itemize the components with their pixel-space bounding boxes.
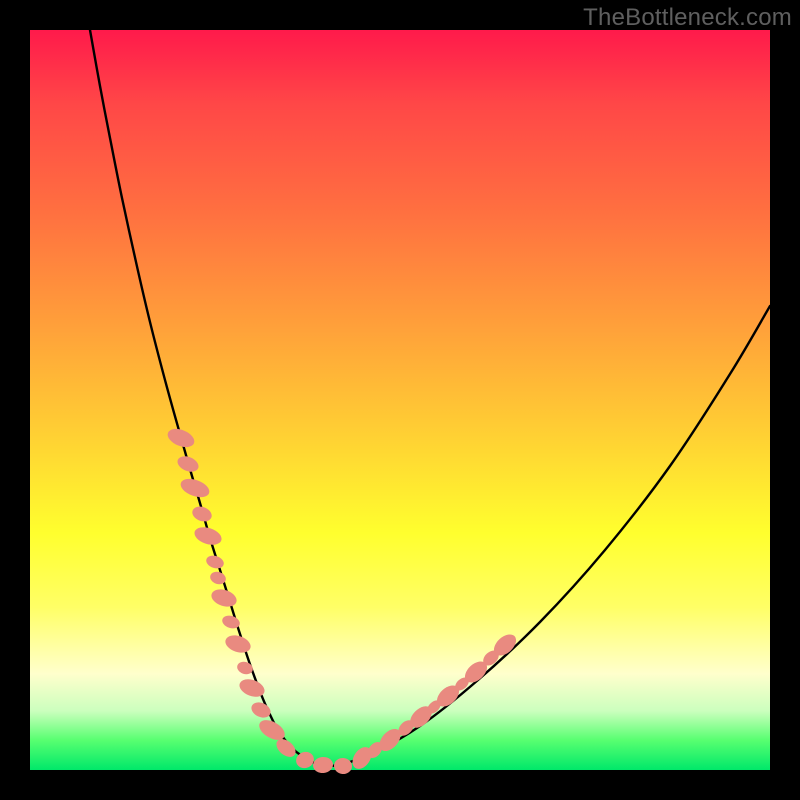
bead — [236, 660, 255, 676]
bead — [205, 554, 226, 571]
chart-plot-area — [30, 30, 770, 770]
bottleneck-curve — [90, 30, 770, 766]
bead — [333, 757, 353, 775]
bead — [175, 453, 201, 474]
bead — [178, 475, 212, 500]
watermark-text: TheBottleneck.com — [583, 4, 792, 32]
bead — [249, 700, 273, 721]
chart-frame: TheBottleneck.com — [0, 0, 800, 800]
chart-svg — [30, 30, 770, 770]
bead-group — [165, 425, 520, 775]
bead — [312, 756, 334, 774]
bead — [209, 586, 239, 609]
bead — [190, 504, 214, 524]
bead — [165, 425, 197, 450]
bead — [223, 632, 253, 655]
